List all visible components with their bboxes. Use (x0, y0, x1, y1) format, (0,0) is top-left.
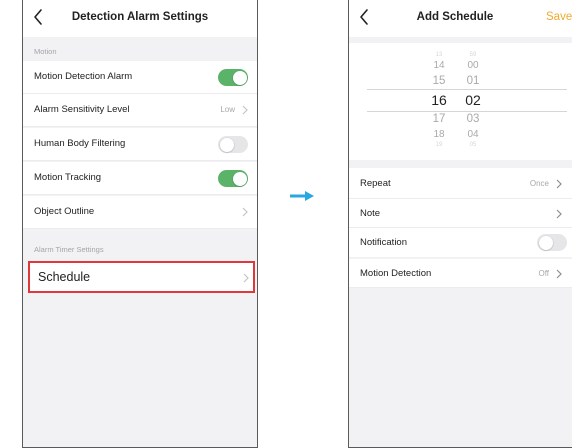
row-value: Off (538, 269, 549, 278)
page-title: Add Schedule (416, 11, 494, 23)
row-label: Motion Detection Alarm (34, 71, 133, 82)
save-button[interactable]: Save (546, 11, 572, 23)
minute-option[interactable]: 00 (453, 60, 493, 71)
nav-bar: Add Schedule Save (349, 0, 572, 37)
row-value: Low (220, 105, 235, 114)
row-label: Motion Detection (360, 268, 432, 279)
minute-option[interactable]: 59 (453, 52, 493, 58)
chevron-right-icon (242, 207, 248, 217)
row-label: Human Body Filtering (34, 138, 126, 149)
detection-alarm-settings-screen: Detection Alarm Settings Motion Motion D… (22, 0, 258, 448)
toggle-knob (538, 235, 553, 250)
minute-option[interactable]: 01 (453, 75, 493, 87)
row-motion-tracking: Motion Tracking (23, 162, 257, 195)
row-label: Object Outline (34, 206, 95, 217)
row-label: Alarm Sensitivity Level (34, 104, 130, 115)
notification-toggle[interactable] (537, 234, 567, 251)
time-picker[interactable]: 13 14 15 16 17 18 19 59 00 01 02 03 04 0… (349, 43, 572, 160)
toggle-knob (232, 70, 247, 85)
toggle-knob (232, 171, 247, 186)
toggle-knob (219, 137, 234, 152)
row-notification: Notification (349, 228, 572, 257)
selected-minute[interactable]: 02 (453, 92, 493, 108)
row-motion-detection-alarm: Motion Detection Alarm (23, 61, 257, 94)
row-label: Note (360, 208, 381, 219)
chevron-right-icon (556, 209, 562, 219)
section-header-motion: Motion (34, 47, 57, 56)
page-title: Detection Alarm Settings (71, 11, 209, 23)
chevron-right-icon (242, 105, 248, 115)
human-body-filtering-toggle[interactable] (218, 136, 248, 153)
chevron-right-icon (556, 269, 562, 279)
chevron-right-icon (243, 273, 249, 283)
row-motion-detection[interactable]: Motion Detection Off (349, 259, 572, 288)
chevron-right-icon (556, 179, 562, 189)
picker-selection-line-bottom (367, 111, 567, 112)
row-repeat[interactable]: Repeat Once (349, 168, 572, 199)
row-label: Repeat (360, 178, 391, 189)
nav-bar: Detection Alarm Settings (23, 0, 257, 37)
minute-option[interactable]: 05 (453, 142, 493, 148)
motion-detection-alarm-toggle[interactable] (218, 69, 248, 86)
minute-option[interactable]: 03 (453, 113, 493, 125)
schedule-row-highlighted[interactable]: Schedule (28, 261, 255, 293)
section-header-alarm-timer: Alarm Timer Settings (34, 245, 104, 254)
picker-selection-line-top (367, 89, 567, 90)
minute-option[interactable]: 04 (453, 129, 493, 140)
row-value: Once (529, 179, 549, 188)
row-note[interactable]: Note (349, 199, 572, 228)
row-human-body-filtering: Human Body Filtering (23, 128, 257, 161)
motion-tracking-toggle[interactable] (218, 170, 248, 187)
row-alarm-sensitivity-level[interactable]: Alarm Sensitivity Level Low (23, 94, 257, 127)
row-label: Notification (360, 237, 407, 248)
row-label: Motion Tracking (34, 172, 102, 183)
add-schedule-screen: Add Schedule Save 13 14 15 16 17 18 19 5… (348, 0, 572, 448)
schedule-label: Schedule (38, 270, 91, 284)
arrow-right-icon (290, 191, 314, 201)
row-object-outline[interactable]: Object Outline (23, 196, 257, 229)
